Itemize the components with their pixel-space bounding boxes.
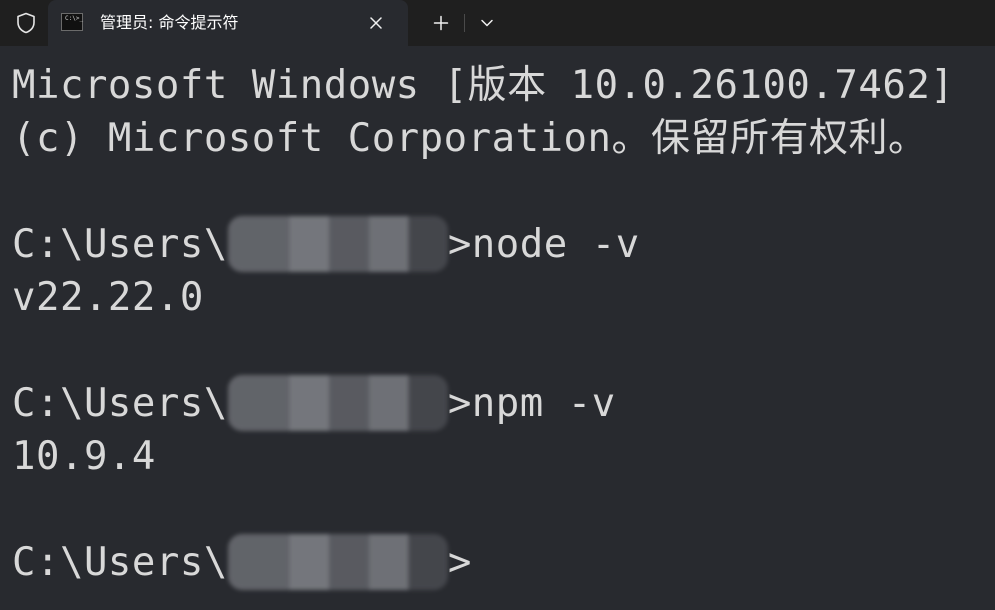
- terminal-line-version: Microsoft Windows [版本 10.0.26100.7462]: [12, 63, 955, 108]
- command-text: >node -v: [447, 222, 640, 267]
- new-tab-button[interactable]: [426, 9, 456, 37]
- prompt-path: C:\Users\: [12, 381, 228, 426]
- terminal-prompt-line: C:\Users\ >npm -v: [12, 374, 987, 431]
- terminal-output[interactable]: Microsoft Windows [版本 10.0.26100.7462] (…: [12, 56, 987, 606]
- command-text: >npm -v: [447, 381, 616, 426]
- terminal-prompt-line: C:\Users\ >: [12, 533, 987, 590]
- terminal-output-line: 10.9.4: [12, 434, 156, 479]
- terminal-window: C:\>_ 管理员: 命令提示符 Microsoft Windows [版本 1…: [0, 0, 995, 610]
- prompt-path: C:\Users\: [12, 222, 228, 267]
- console-icon-text: C:\>_: [65, 15, 84, 22]
- terminal-prompt-line: C:\Users\ >node -v: [12, 215, 987, 272]
- terminal-output-line: v22.22.0: [12, 275, 204, 320]
- prompt-end: >: [447, 540, 472, 585]
- console-icon: C:\>_: [61, 13, 83, 31]
- close-tab-button[interactable]: [362, 9, 390, 37]
- plus-icon: [433, 15, 449, 31]
- tab-title: 管理员: 命令提示符: [100, 13, 239, 32]
- prompt-path: C:\Users\: [12, 540, 228, 585]
- redacted-username: [227, 215, 448, 272]
- tabbar-divider: [464, 14, 465, 32]
- tab-dropdown-button[interactable]: [472, 9, 502, 37]
- terminal-line-copyright: (c) Microsoft Corporation。保留所有权利。: [12, 116, 928, 161]
- close-icon: [370, 17, 382, 29]
- tab-bar: C:\>_ 管理员: 命令提示符: [0, 0, 995, 46]
- redacted-username: [227, 374, 448, 431]
- redacted-username: [227, 533, 448, 590]
- chevron-down-icon: [481, 19, 493, 27]
- shield-icon: [12, 9, 40, 37]
- tab-command-prompt[interactable]: C:\>_ 管理员: 命令提示符: [48, 0, 408, 46]
